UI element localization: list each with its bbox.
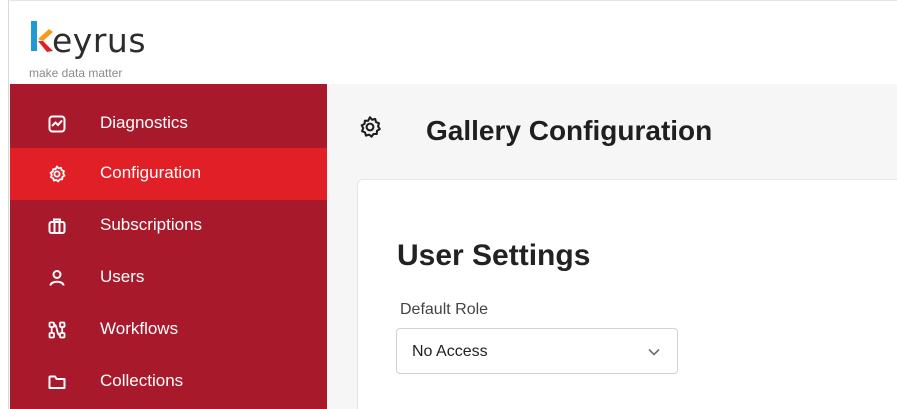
section-title: User Settings xyxy=(397,239,591,272)
chart-icon xyxy=(48,115,66,133)
keyrus-logo[interactable]: eyrus make data matter xyxy=(20,9,200,80)
sidebar-item-users[interactable]: Users xyxy=(10,252,327,304)
chevron-down-icon xyxy=(648,348,660,356)
main-content: Gallery Configuration User Settings Defa… xyxy=(327,84,897,409)
logo-tagline: make data matter xyxy=(29,66,123,80)
page-title: Gallery Configuration xyxy=(426,115,713,146)
sidebar-item-label: Diagnostics xyxy=(100,113,188,132)
sidebar-item-label: Configuration xyxy=(100,163,202,182)
sidebar: Diagnostics Configuration Subscriptions xyxy=(10,84,327,409)
settings-card: User Settings Default Role No Access xyxy=(357,179,897,409)
user-icon xyxy=(49,270,65,286)
workflow-icon xyxy=(48,321,66,339)
sidebar-item-configuration[interactable]: Configuration xyxy=(10,148,327,200)
window-edge xyxy=(0,0,9,409)
default-role-select[interactable]: No Access xyxy=(396,328,678,374)
gear-icon xyxy=(49,165,66,183)
sidebar-item-label: Subscriptions xyxy=(100,215,203,234)
default-role-value: No Access xyxy=(412,343,488,360)
sidebar-item-diagnostics[interactable]: Diagnostics xyxy=(10,98,327,150)
sidebar-item-collections[interactable]: Collections xyxy=(10,356,327,408)
logo-wordmark: eyrus xyxy=(52,21,147,60)
sidebar-item-label: Collections xyxy=(100,371,184,390)
gear-icon xyxy=(360,116,381,138)
sidebar-item-workflows[interactable]: Workflows xyxy=(10,304,327,356)
briefcase-icon xyxy=(48,218,66,234)
sidebar-item-subscriptions[interactable]: Subscriptions xyxy=(10,200,327,252)
folder-icon xyxy=(48,375,66,389)
sidebar-item-label: Users xyxy=(100,267,145,286)
default-role-label: Default Role xyxy=(400,301,489,318)
logo-k-mark xyxy=(31,21,53,52)
sidebar-item-label: Workflows xyxy=(100,319,179,338)
header: eyrus make data matter xyxy=(10,0,897,84)
